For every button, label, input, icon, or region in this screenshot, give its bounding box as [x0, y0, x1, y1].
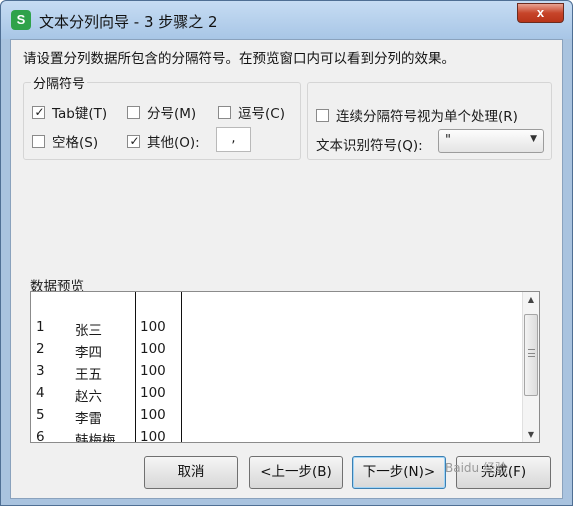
vertical-scrollbar[interactable]: ▲ ▼ [522, 292, 539, 442]
window-title: 文本分列向导 - 3 步骤之 2 [39, 13, 218, 31]
next-button[interactable]: 下一步(N)> [352, 456, 446, 489]
preview-cell: 6 [36, 429, 45, 443]
title-bar[interactable]: S 文本分列向导 - 3 步骤之 2 x [1, 1, 572, 39]
consecutive-checkbox[interactable]: 连续分隔符号视为单个处理(R) [316, 105, 518, 125]
preview-cell: 张三 [75, 323, 102, 339]
preview-cell: 100 [140, 429, 166, 443]
preview-cell: 5 [36, 407, 45, 423]
tab-checkbox[interactable]: ✓ Tab键(T) [32, 102, 107, 122]
column-break-line[interactable] [135, 292, 136, 442]
scroll-thumb[interactable] [524, 314, 538, 396]
scroll-up-icon[interactable]: ▲ [523, 292, 539, 307]
tab-checkbox-label: Tab键(T) [52, 106, 108, 122]
space-checkbox[interactable]: 空格(S) [32, 131, 98, 151]
cancel-button[interactable]: 取消 [144, 456, 238, 489]
data-preview[interactable]: 1 张三 100 2 李四 100 3 王五 100 4 赵六 100 5 李雷… [30, 291, 540, 443]
instruction-text: 请设置分列数据所包含的分隔符号。在预览窗口内可以看到分列的效果。 [23, 51, 455, 67]
semicolon-checkbox-box[interactable] [127, 105, 140, 119]
semicolon-checkbox-label: 分号(M) [147, 106, 197, 122]
preview-cell: 100 [140, 407, 166, 423]
preview-cell: 100 [140, 319, 166, 335]
other-checkbox[interactable]: ✓ 其他(O): [127, 131, 200, 151]
tab-checkbox-box[interactable]: ✓ [32, 104, 45, 119]
preview-cell: 100 [140, 341, 166, 357]
dialog-window: S 文本分列向导 - 3 步骤之 2 x 请设置分列数据所包含的分隔符号。在预览… [0, 0, 573, 506]
preview-cell: 100 [140, 385, 166, 401]
preview-cell: 李雷 [75, 411, 102, 427]
other-checkbox-box[interactable]: ✓ [127, 133, 140, 148]
column-break-line[interactable] [181, 292, 182, 442]
comma-checkbox-box[interactable] [218, 105, 231, 119]
scroll-down-icon[interactable]: ▼ [523, 427, 539, 442]
other-checkbox-label: 其他(O): [147, 135, 200, 151]
preview-cell: 王五 [75, 367, 102, 383]
back-button[interactable]: <上一步(B) [249, 456, 343, 489]
text-qualifier-select[interactable]: " ▼ [438, 129, 544, 153]
consecutive-checkbox-box[interactable] [316, 108, 329, 122]
check-icon: ✓ [34, 104, 45, 119]
text-qualifier-label: 文本识别符号(Q): [316, 138, 423, 154]
chevron-down-icon: ▼ [530, 134, 537, 144]
preview-cell: 1 [36, 319, 45, 335]
app-icon: S [11, 10, 31, 30]
delimiter-group-label: 分隔符号 [31, 73, 88, 92]
close-button[interactable]: x [517, 3, 564, 23]
space-checkbox-box[interactable] [32, 134, 45, 148]
preview-cell: 4 [36, 385, 45, 401]
preview-cell: 2 [36, 341, 45, 357]
comma-checkbox[interactable]: 逗号(C) [218, 102, 285, 122]
preview-cell: 3 [36, 363, 45, 379]
preview-cell: 李四 [75, 345, 102, 361]
watermark-text: Baidu 经验 [445, 461, 507, 475]
check-icon: ✓ [129, 133, 140, 148]
space-checkbox-label: 空格(S) [52, 135, 99, 151]
preview-cell: 100 [140, 363, 166, 379]
text-qualifier-value: " [445, 133, 451, 148]
other-delimiter-input[interactable]: , [216, 127, 251, 152]
preview-cell: 韩梅梅 [75, 433, 116, 443]
dialog-body: 请设置分列数据所包含的分隔符号。在预览窗口内可以看到分列的效果。 分隔符号 ✓ … [10, 39, 563, 499]
preview-cell: 赵六 [75, 389, 102, 405]
semicolon-checkbox[interactable]: 分号(M) [127, 102, 196, 122]
grip-icon [528, 349, 535, 357]
consecutive-checkbox-label: 连续分隔符号视为单个处理(R) [336, 109, 518, 125]
comma-checkbox-label: 逗号(C) [238, 106, 285, 122]
